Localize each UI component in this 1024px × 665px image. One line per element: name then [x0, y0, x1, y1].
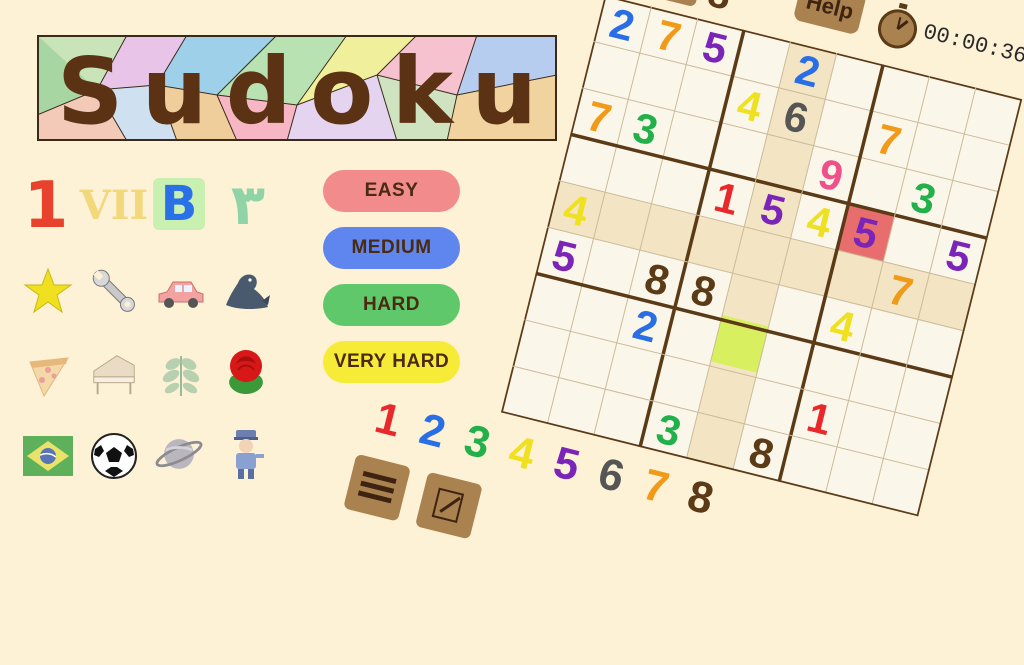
style-instruments-tile[interactable]	[88, 348, 140, 400]
seal-icon	[226, 274, 270, 309]
style-arabic-tile[interactable]: ٣	[222, 173, 274, 238]
board-grid: 2 7 5 24 6 77 39 31 5 4 5 5475 8 84213 8	[500, 0, 1023, 517]
style-sports-tile[interactable]	[88, 430, 140, 482]
style-flags-tile[interactable]	[22, 430, 74, 482]
palette-digit-8[interactable]: 8	[682, 471, 719, 525]
style-animals-tile[interactable]	[220, 265, 272, 317]
notes-button[interactable]	[414, 471, 483, 540]
style-numbers-label: 1	[23, 169, 69, 243]
wrench-icon	[92, 269, 135, 312]
style-letters-label: B	[160, 176, 198, 232]
planet-icon	[155, 439, 203, 469]
timer-display: 00:00:36	[920, 19, 1024, 70]
style-plants-tile[interactable]	[155, 348, 207, 400]
pizza-icon	[29, 357, 69, 398]
style-food-tile[interactable]	[22, 350, 74, 402]
style-letters-tile[interactable]: B	[153, 178, 205, 230]
stopwatch-icon	[878, 2, 918, 49]
palette-digit-5[interactable]: 5	[549, 438, 585, 492]
palette-digit-4[interactable]: 4	[504, 426, 540, 480]
palette-digit-2[interactable]: 2	[415, 404, 451, 458]
style-roman-tile[interactable]: VII	[80, 180, 148, 232]
piano-icon	[93, 355, 135, 395]
policeman-icon	[234, 430, 264, 479]
style-numbers-tile[interactable]: 1	[20, 174, 72, 238]
palette-digit-3[interactable]: 3	[459, 415, 496, 469]
leaf-icon	[162, 356, 200, 396]
help-button[interactable]: Help	[792, 0, 867, 36]
menu-icon	[357, 470, 397, 504]
style-flowers-tile[interactable]	[220, 346, 272, 398]
style-roman-label: VII	[79, 182, 149, 229]
palette-digit-1[interactable]: 1	[370, 393, 406, 447]
palette-digit-6[interactable]: 6	[593, 449, 629, 503]
style-star-tile[interactable]	[22, 265, 74, 317]
pencil-note-icon	[431, 487, 465, 524]
style-arabic-label: ٣	[230, 173, 266, 238]
partial-digit: 8	[703, 0, 735, 20]
menu-button[interactable]	[343, 453, 412, 522]
palette-digit-7[interactable]: 7	[638, 460, 674, 514]
rose-icon	[229, 350, 263, 394]
soccer-ball-icon	[91, 433, 137, 479]
style-tools-tile[interactable]	[88, 265, 140, 317]
game-panel: x 8 Help 00:00:36 2752467739315455475884…	[343, 0, 1024, 616]
brazil-flag-icon	[23, 436, 73, 476]
style-space-tile[interactable]	[153, 428, 205, 480]
star-icon	[23, 267, 73, 314]
style-cars-tile[interactable]	[155, 268, 207, 320]
easy-label: EASY	[364, 180, 419, 201]
help-label: Help	[803, 0, 857, 25]
sudoku-board: 27524677393154554758842138	[500, 0, 1023, 517]
car-icon	[158, 281, 204, 308]
style-jobs-tile[interactable]	[220, 428, 272, 480]
